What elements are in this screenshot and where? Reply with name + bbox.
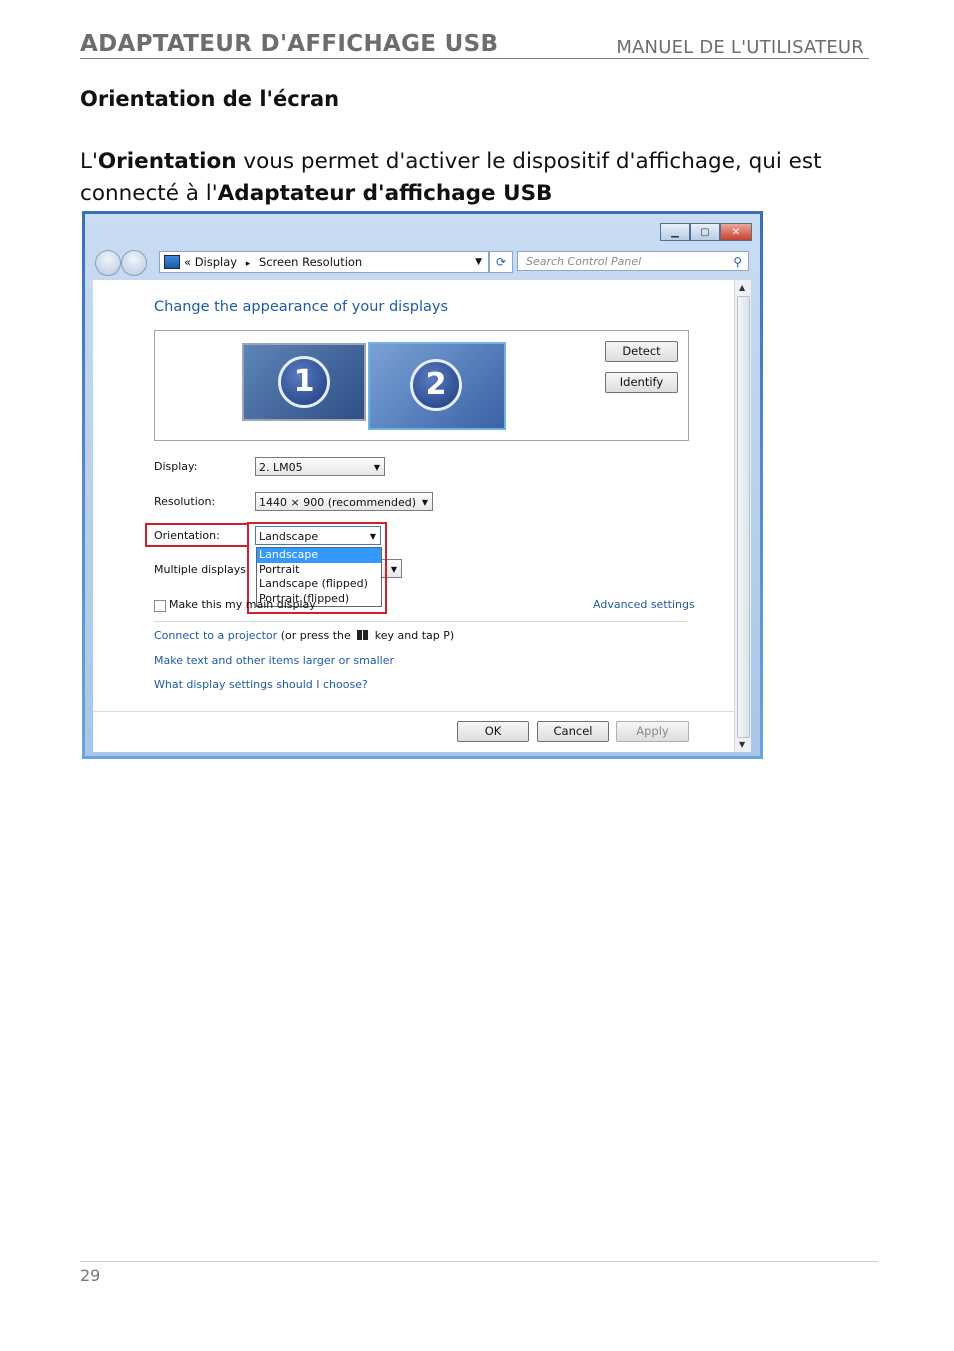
maximize-icon: ▢ — [700, 226, 710, 238]
text-size-link[interactable]: Make text and other items larger or smal… — [154, 654, 394, 667]
close-icon: ✕ — [731, 226, 741, 238]
screen-resolution-window: ▁ ▢ ✕ « Display ▸ Screen Resolution ▼ ⟳ … — [82, 211, 763, 759]
section-title: Orientation de l'écran — [80, 87, 340, 111]
chevron-down-icon: ▼ — [390, 565, 397, 574]
search-placeholder: Search Control Panel — [526, 255, 642, 268]
search-icon[interactable]: ⚲ — [733, 252, 742, 272]
header-rule — [80, 58, 869, 59]
resolution-label: Resolution: — [154, 495, 216, 508]
cancel-button[interactable]: Cancel — [537, 721, 609, 742]
content-pane: Change the appearance of your displays 1… — [93, 280, 734, 752]
chevron-down-icon[interactable]: ▼ — [475, 252, 482, 272]
main-display-checkbox[interactable] — [154, 600, 166, 612]
projector-hint-2: key and tap P) — [374, 629, 455, 642]
breadcrumb: « Display ▸ Screen Resolution — [184, 252, 362, 274]
display-label: Display: — [154, 460, 198, 473]
monitor-number-2: 2 — [410, 359, 462, 411]
chevron-down-icon: ▼ — [373, 463, 380, 472]
document-header-manual: MANUEL DE L'UTILISATEUR — [616, 37, 864, 58]
para-bold-adapter: Adaptateur d'affichage USB — [217, 181, 553, 206]
display-select[interactable]: 2. LM05 ▼ — [255, 457, 385, 476]
monitor-number-1: 1 — [278, 356, 330, 408]
window-frame: ▁ ▢ ✕ « Display ▸ Screen Resolution ▼ ⟳ … — [85, 214, 760, 756]
which-settings-link[interactable]: What display settings should I choose? — [154, 678, 368, 691]
maximize-button[interactable]: ▢ — [690, 223, 720, 241]
scroll-up-icon[interactable]: ▲ — [739, 283, 745, 292]
detect-button[interactable]: Detect — [605, 341, 678, 362]
minimize-button[interactable]: ▁ — [660, 223, 690, 241]
projector-hint-1: (or press the — [280, 629, 351, 642]
monitor-2[interactable]: 2 — [368, 342, 506, 430]
breadcrumb-display[interactable]: Display — [195, 255, 237, 269]
resolution-value: 1440 × 900 (recommended) — [259, 496, 417, 509]
advanced-settings-link[interactable]: Advanced settings — [593, 598, 695, 611]
page-title: Change the appearance of your displays — [154, 299, 449, 315]
minimize-icon: ▁ — [671, 226, 679, 238]
page-number: 29 — [80, 1266, 101, 1285]
ok-button[interactable]: OK — [457, 721, 529, 742]
para-bold-orientation: Orientation — [97, 149, 237, 174]
main-display-label: Make this my main display — [169, 598, 316, 611]
control-panel-icon — [164, 255, 180, 269]
refresh-icon[interactable]: ⟳ — [489, 251, 513, 273]
navigation-bar: « Display ▸ Screen Resolution ▼ ⟳ Search… — [93, 249, 752, 276]
resolution-select[interactable]: 1440 × 900 (recommended) ▼ — [255, 492, 433, 511]
main-display-text: Make this my main display — [169, 598, 316, 611]
identify-button[interactable]: Identify — [605, 372, 678, 393]
close-button[interactable]: ✕ — [720, 223, 752, 241]
scroll-down-icon[interactable]: ▼ — [739, 740, 745, 749]
display-value: 2. LM05 — [259, 461, 303, 474]
para-text-1: L' — [80, 149, 98, 174]
windows-key-icon — [357, 630, 369, 640]
multiple-displays-label: Multiple displays: — [154, 563, 250, 576]
intro-paragraph: L'Orientation vous permet d'activer le d… — [80, 146, 860, 210]
search-input[interactable]: Search Control Panel ⚲ — [517, 251, 749, 271]
divider — [154, 621, 687, 622]
footer-rule — [80, 1261, 878, 1262]
connect-projector-link[interactable]: Connect to a projector — [154, 629, 277, 642]
highlight-orientation-label — [145, 523, 249, 547]
forward-button[interactable] — [121, 250, 147, 276]
projector-line: Connect to a projector (or press the key… — [154, 629, 454, 642]
breadcrumb-screen-resolution[interactable]: Screen Resolution — [259, 255, 362, 269]
footer-divider — [93, 711, 734, 712]
chevron-down-icon: ▼ — [421, 498, 428, 507]
monitor-1[interactable]: 1 — [242, 343, 366, 421]
monitor-arrangement: 1 2 Detect Identify — [154, 330, 689, 441]
breadcrumb-separator-icon: ▸ — [245, 259, 251, 269]
caption-buttons: ▁ ▢ ✕ — [660, 223, 752, 241]
apply-button[interactable]: Apply — [616, 721, 689, 742]
vertical-scrollbar[interactable]: ▲ ▼ — [734, 280, 751, 752]
address-bar[interactable]: « Display ▸ Screen Resolution ▼ — [159, 251, 489, 273]
document-header-title: ADAPTATEUR D'AFFICHAGE USB — [80, 31, 499, 57]
scroll-thumb[interactable] — [737, 296, 750, 738]
breadcrumb-overflow[interactable]: « — [184, 255, 191, 269]
back-button[interactable] — [95, 250, 121, 276]
